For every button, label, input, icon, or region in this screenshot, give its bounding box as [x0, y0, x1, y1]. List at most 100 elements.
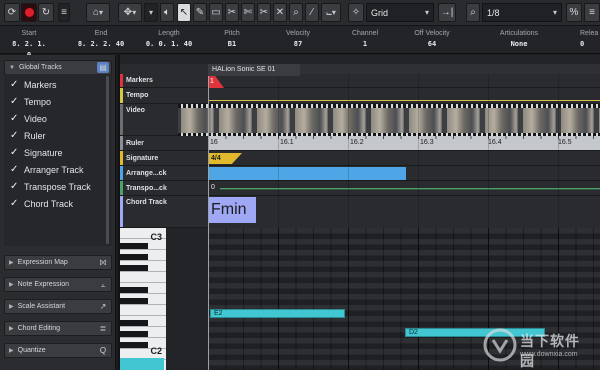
trim-tool[interactable]: ✂	[225, 3, 239, 22]
line-tool[interactable]: ∕	[305, 3, 319, 22]
info-off-velocity[interactable]: Off Velocity 64	[402, 28, 462, 50]
glue-tool[interactable]: ✂	[257, 3, 271, 22]
video-thumbnails[interactable]	[178, 108, 600, 133]
transpose-line[interactable]	[220, 188, 600, 190]
menu-button[interactable]: ≡	[58, 3, 70, 22]
scrollbar[interactable]	[106, 76, 109, 244]
quantize-settings-button[interactable]: ≡	[584, 3, 600, 22]
track-name: Signature	[126, 155, 159, 162]
zoom-tool[interactable]: ⌕	[289, 3, 303, 22]
split-tool[interactable]: ✄	[241, 3, 255, 22]
grid-relative-button[interactable]: →|	[438, 3, 456, 22]
dropdown-button[interactable]: ▾	[144, 3, 158, 22]
info-velocity[interactable]: Velocity 87	[272, 28, 324, 50]
window-icon[interactable]: ▤	[97, 62, 109, 73]
chevron-down-icon: ▾	[424, 8, 429, 17]
quantize-preset-select[interactable]: 1/8 ▾	[482, 3, 562, 22]
constrain-delay-button[interactable]: ⟳	[4, 3, 20, 22]
quantize-section-header[interactable]: ▶ Quantize Q	[4, 343, 112, 358]
iterative-quantize-button[interactable]: %	[566, 3, 582, 22]
snap-type-select[interactable]: Grid ▾	[366, 3, 434, 22]
global-track-item-chord[interactable]: ✓ Chord Track	[10, 196, 73, 211]
scissors-icon: ✄	[243, 7, 253, 18]
home-button[interactable]: ⌂ ▾	[86, 3, 110, 22]
ruler-lane[interactable]: 16 16.1 16.2 16.3 16.4 16.5	[208, 136, 600, 151]
global-track-item-markers[interactable]: ✓ Markers	[10, 77, 57, 92]
triangle-right-icon: ▶	[9, 260, 14, 266]
tempo-line[interactable]	[208, 100, 600, 101]
chord-editing-section-header[interactable]: ▶ Chord Editing ≣	[4, 321, 112, 336]
black-key[interactable]	[120, 320, 148, 326]
info-start[interactable]: Start 8. 2. 1. 0	[8, 28, 50, 59]
track-name: Markers	[126, 77, 153, 84]
checkmark-icon: ✓	[10, 198, 19, 209]
draw-tool[interactable]: ✎	[193, 3, 207, 22]
black-key[interactable]	[120, 265, 148, 271]
track-header-chord[interactable]: Chord Track	[120, 196, 208, 228]
section-title: Note Expression	[17, 281, 69, 288]
track-header-arranger[interactable]: Arrange...ck	[120, 166, 208, 181]
line-mode-button[interactable]: ⨽ ▾	[321, 3, 341, 22]
track-header-transpose[interactable]: Transpo...ck	[120, 181, 208, 196]
record-button[interactable]	[21, 3, 37, 22]
quantize-apply-button[interactable]: ⌕	[466, 3, 480, 22]
project-cursor[interactable]	[208, 64, 209, 228]
note-event[interactable]: E2	[210, 309, 345, 318]
watermark-url: www.downxia.com	[520, 351, 578, 358]
markers-lane	[208, 74, 600, 88]
global-track-item-arranger[interactable]: ✓ Arranger Track	[10, 162, 84, 177]
info-length[interactable]: Length 0. 0. 1. 40	[140, 28, 198, 50]
track-color-strip	[120, 151, 123, 165]
info-end[interactable]: End 8. 2. 2. 40	[72, 28, 130, 50]
chord-event[interactable]: Fmin	[208, 197, 256, 223]
object-selection-tool[interactable]: ↖	[177, 3, 191, 22]
chord-editing-icon: ≣	[99, 324, 107, 333]
snap-button[interactable]: ✧	[348, 3, 364, 22]
black-key[interactable]	[120, 342, 148, 348]
black-key[interactable]	[120, 287, 148, 293]
speaker-button[interactable]: 🔈︎	[160, 3, 174, 22]
info-articulations[interactable]: Articulations None	[484, 28, 554, 50]
global-track-item-transpose[interactable]: ✓ Transpose Track	[10, 179, 91, 194]
instrument-event-title: HALion Sonic SE 01	[208, 64, 300, 76]
item-label: Arranger Track	[24, 164, 84, 175]
global-tracks-section-header[interactable]: ▼ Global Tracks ▤	[4, 60, 112, 75]
triangle-right-icon: ▶	[9, 282, 14, 288]
global-track-item-signature[interactable]: ✓ Signature	[10, 145, 63, 160]
checkmark-icon: ✓	[10, 164, 19, 175]
scale-assistant-section-header[interactable]: ▶ Scale Assistant ↗	[4, 299, 112, 314]
piano-keyboard[interactable]: C3 C2	[120, 228, 166, 370]
scissors-modes-icon: ✥	[123, 7, 133, 18]
global-track-item-video[interactable]: ✓ Video	[10, 111, 47, 126]
global-track-item-ruler[interactable]: ✓ Ruler	[10, 128, 46, 143]
transpose-lane: 0	[208, 181, 600, 196]
erase-tool[interactable]: ▭	[209, 3, 223, 22]
black-key[interactable]	[120, 243, 148, 249]
track-header-markers[interactable]: Markers	[120, 74, 208, 88]
chevron-down-icon: ▾	[132, 8, 137, 17]
expression-map-section-header[interactable]: ▶ Expression Map ⨝	[4, 255, 112, 270]
ruler-label: 16.3	[420, 139, 434, 146]
info-label: Channel	[351, 30, 379, 37]
track-header-ruler[interactable]: Ruler	[120, 136, 208, 151]
info-pitch[interactable]: Pitch B1	[212, 28, 252, 50]
tool-modes-button[interactable]: ✥ ▾	[118, 3, 142, 22]
info-release[interactable]: Relea 0	[580, 28, 600, 50]
project-cursor[interactable]	[208, 228, 209, 370]
info-value: 64	[427, 40, 437, 48]
track-name: Transpo...ck	[126, 185, 167, 192]
note-expression-section-header[interactable]: ▶ Note Expression ⫠	[4, 277, 112, 292]
loop-button[interactable]: ↻	[38, 3, 54, 22]
mute-tool[interactable]: ✕	[273, 3, 287, 22]
info-channel[interactable]: Channel 1	[340, 28, 390, 50]
black-key[interactable]	[120, 254, 148, 260]
global-track-item-tempo[interactable]: ✓ Tempo	[10, 94, 51, 109]
selected-key[interactable]	[120, 358, 164, 370]
black-key[interactable]	[120, 298, 148, 304]
track-header-signature[interactable]: Signature	[120, 151, 208, 166]
event-display[interactable]: 1 16 16.1 16.2 16.3 16.4 16.5 4/4 0 Fmin	[178, 64, 600, 228]
arranger-event[interactable]	[208, 167, 406, 180]
black-key[interactable]	[120, 331, 148, 337]
velocity-gutter	[166, 228, 208, 370]
track-header-tempo[interactable]: Tempo	[120, 88, 208, 104]
